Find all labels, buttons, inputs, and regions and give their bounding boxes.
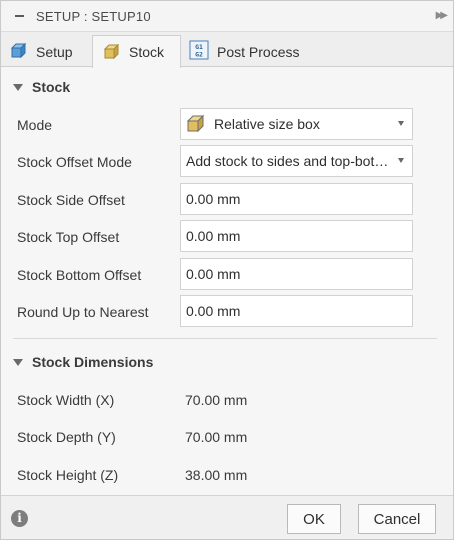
mode-value: Relative size box bbox=[214, 116, 320, 132]
round-up-label: Round Up to Nearest bbox=[17, 304, 149, 320]
side-offset-input[interactable]: 0.00 mm bbox=[180, 183, 413, 215]
collapse-icon[interactable] bbox=[15, 15, 24, 17]
setup-icon bbox=[10, 41, 28, 62]
mode-label: Mode bbox=[17, 117, 53, 133]
title-bar: SETUP : SETUP10 ▶▶ bbox=[1, 1, 453, 32]
stock-section-header[interactable]: Stock bbox=[13, 79, 70, 95]
cancel-button[interactable]: Cancel bbox=[358, 504, 436, 534]
g1-g2-icon: G1 G2 bbox=[189, 40, 209, 63]
dialog-title: SETUP : SETUP10 bbox=[36, 9, 151, 24]
dialog-footer: i OK Cancel bbox=[1, 495, 453, 539]
offset-mode-value: Add stock to sides and top-bottom bbox=[186, 153, 392, 169]
info-icon[interactable]: i bbox=[11, 510, 28, 527]
stock-box-icon bbox=[186, 114, 205, 133]
stock-depth-label: Stock Depth (Y) bbox=[17, 429, 116, 445]
stock-box-icon bbox=[103, 42, 121, 63]
bottom-offset-label: Stock Bottom Offset bbox=[17, 267, 142, 283]
stock-height-value: 38.00 mm bbox=[185, 467, 248, 483]
top-offset-label: Stock Top Offset bbox=[17, 229, 120, 245]
dimensions-section-title: Stock Dimensions bbox=[32, 354, 154, 370]
tab-post-process-label: Post Process bbox=[217, 43, 300, 60]
bottom-offset-input[interactable]: 0.00 mm bbox=[180, 258, 413, 290]
side-offset-label: Stock Side Offset bbox=[17, 192, 125, 208]
stock-height-label: Stock Height (Z) bbox=[17, 467, 119, 483]
svg-text:G2: G2 bbox=[195, 51, 203, 59]
expand-icon[interactable]: ▶▶ bbox=[436, 10, 449, 21]
stock-section-title: Stock bbox=[32, 79, 71, 95]
collapse-triangle-icon bbox=[13, 83, 23, 91]
stock-depth-value: 70.00 mm bbox=[185, 429, 248, 445]
ok-button[interactable]: OK bbox=[287, 504, 341, 534]
tab-setup-label: Setup bbox=[36, 43, 73, 60]
stock-width-label: Stock Width (X) bbox=[17, 392, 115, 408]
offset-mode-select[interactable]: Add stock to sides and top-bottom bbox=[180, 145, 413, 177]
chevron-down-icon bbox=[398, 121, 404, 126]
round-up-input[interactable]: 0.00 mm bbox=[180, 295, 413, 327]
collapse-triangle-icon bbox=[13, 358, 23, 366]
dimensions-section-header[interactable]: Stock Dimensions bbox=[13, 354, 153, 370]
offset-mode-label: Stock Offset Mode bbox=[17, 154, 132, 170]
tab-bar: Setup Stock G1 G2 Post Process bbox=[1, 32, 453, 68]
top-offset-input[interactable]: 0.00 mm bbox=[180, 220, 413, 252]
tab-setup[interactable]: Setup bbox=[1, 35, 91, 68]
chevron-down-icon bbox=[398, 158, 404, 163]
section-divider bbox=[13, 338, 437, 339]
setup-dialog: SETUP : SETUP10 ▶▶ Setup Stock G1 G2 Pos… bbox=[0, 0, 454, 540]
stock-width-value: 70.00 mm bbox=[185, 392, 248, 408]
tab-stock[interactable]: Stock bbox=[92, 35, 181, 68]
mode-select[interactable]: Relative size box bbox=[180, 108, 413, 140]
tab-post-process[interactable]: G1 G2 Post Process bbox=[181, 35, 321, 68]
tab-stock-label: Stock bbox=[129, 44, 165, 60]
